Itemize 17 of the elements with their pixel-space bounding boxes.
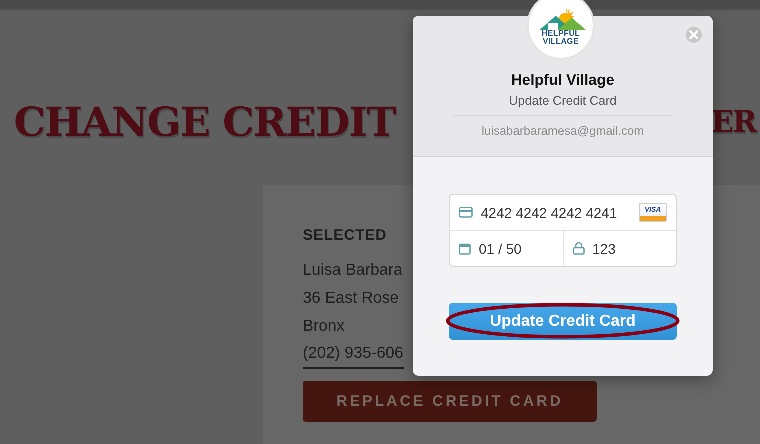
logo-text: HELPFUL (542, 30, 580, 38)
page-title: ER (711, 104, 758, 140)
calendar-icon (459, 242, 471, 254)
cvc-field[interactable]: 123 (562, 231, 676, 266)
dialog-title: Helpful Village (511, 72, 615, 89)
credit-card-icon (459, 207, 473, 218)
lock-icon (572, 242, 584, 255)
address-line: Luisa Barbara (303, 261, 403, 281)
expiry-field[interactable]: 01 / 50 (450, 231, 562, 266)
section-heading: SELECTED (303, 227, 388, 244)
dialog-subtitle: Update Credit Card (509, 94, 617, 108)
address-line: 36 East Rose (303, 289, 400, 309)
logo-text: VILLAGE (542, 38, 580, 46)
address-line: Bronx (303, 317, 345, 337)
page-title: CHANGE CREDIT (14, 98, 396, 146)
close-icon[interactable] (685, 26, 703, 44)
email-text: luisabarbaramesa@gmail.com (482, 124, 644, 138)
